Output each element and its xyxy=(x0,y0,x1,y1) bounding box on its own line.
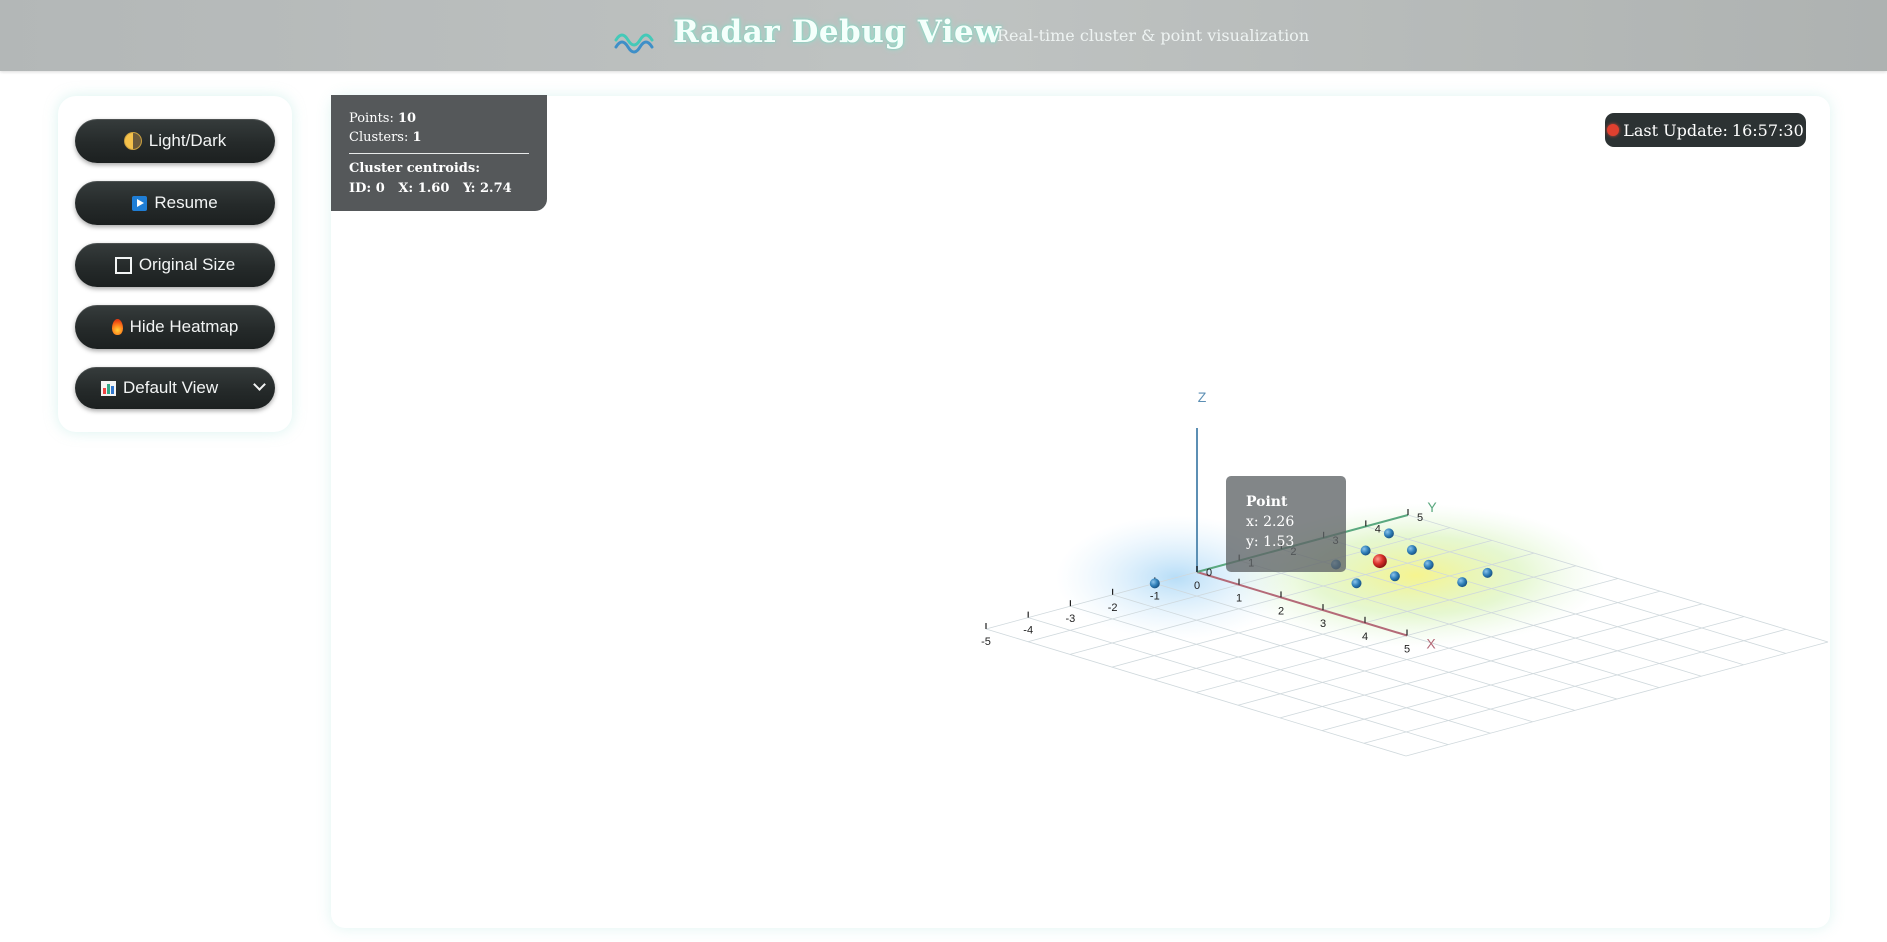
x-axis-label: X xyxy=(1426,636,1436,652)
tooltip-y-label: y: xyxy=(1246,534,1259,550)
centroids-heading: Cluster centroids: xyxy=(349,161,481,176)
data-point xyxy=(1351,578,1362,589)
y-tick-label: -3 xyxy=(1066,613,1076,625)
tooltip-x-label: x: xyxy=(1246,514,1259,530)
centroid-id: 0 xyxy=(375,181,385,196)
point-tooltip: Point x: 2.26 y: 1.53 xyxy=(1226,476,1346,572)
stats-divider xyxy=(349,153,529,154)
data-point xyxy=(1149,578,1160,589)
cluster-centroid xyxy=(1372,554,1387,569)
live-indicator-icon xyxy=(1607,124,1620,136)
y-tick-label: 0 xyxy=(1206,567,1212,579)
x-tick-label: 4 xyxy=(1362,631,1368,643)
centroid-row: ID: 0 X: 1.60 Y: 2.74 xyxy=(349,181,512,196)
tooltip-y-row: y: 1.53 xyxy=(1246,534,1294,550)
x-tick-label: 1 xyxy=(1236,593,1242,605)
radar-3d-plot[interactable]: XYZ012345-5-4-3-2-1012345 xyxy=(0,0,1887,942)
tooltip-title: Point xyxy=(1246,494,1288,510)
data-point xyxy=(1423,559,1434,570)
centroid-id-label: ID: xyxy=(349,181,372,196)
x-tick-label: 3 xyxy=(1320,618,1326,630)
centroid-x: 1.60 xyxy=(417,181,450,196)
x-tick-label: 2 xyxy=(1278,605,1284,617)
centroid-x-label: X: xyxy=(398,181,414,196)
last-update-time: 16:57:30 xyxy=(1731,120,1804,140)
x-tick-label: 0 xyxy=(1194,580,1200,592)
data-point xyxy=(1457,577,1468,588)
y-tick-label: 5 xyxy=(1417,512,1423,524)
y-tick-label: -1 xyxy=(1150,590,1160,602)
x-tick-label: 5 xyxy=(1404,644,1410,656)
y-tick-label: -4 xyxy=(1023,625,1033,637)
clusters-count: 1 xyxy=(412,130,422,145)
y-tick-label: -5 xyxy=(981,636,991,648)
y-tick-label: 4 xyxy=(1375,523,1381,535)
tooltip-x-value: 2.26 xyxy=(1263,514,1295,530)
data-point xyxy=(1482,567,1493,578)
last-update-label: Last Update: xyxy=(1623,120,1728,140)
data-point xyxy=(1383,528,1394,539)
data-point xyxy=(1406,545,1417,556)
centroid-y: 2.74 xyxy=(480,181,512,196)
z-axis-label: Z xyxy=(1198,389,1207,405)
y-tick-label: -2 xyxy=(1108,602,1118,614)
tooltip-x-row: x: 2.26 xyxy=(1246,514,1294,530)
points-label: Points: xyxy=(349,111,394,126)
stats-overlay: Points: 10 Clusters: 1 Cluster centroids… xyxy=(331,95,547,211)
clusters-label: Clusters: xyxy=(349,130,409,145)
last-update-badge: Last Update: 16:57:30 xyxy=(1605,113,1806,147)
data-point xyxy=(1389,571,1400,582)
y-axis-label: Y xyxy=(1427,499,1437,515)
tooltip-y-value: 1.53 xyxy=(1263,534,1295,550)
grid-line-y xyxy=(985,628,1407,757)
points-count: 10 xyxy=(398,111,417,126)
data-point xyxy=(1360,545,1371,556)
centroid-y-label: Y: xyxy=(462,181,476,196)
